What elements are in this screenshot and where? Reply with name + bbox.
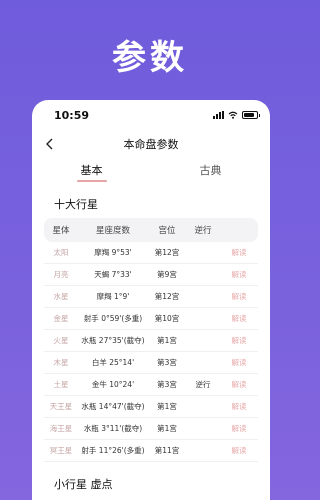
table-row: 水星 摩羯 1°9' 第12宫 解读 [44,286,258,308]
battery-icon [242,111,260,119]
planet-name: 金星 [53,314,69,323]
explain-link[interactable]: 解读 [220,291,258,302]
table-row: 月亮 天蝎 7°33' 第9宫 解读 [44,264,258,286]
table-row: 火星 水瓶 27°35'(截夺) 第1宫 解读 [44,330,258,352]
hero-title: 参数 [112,38,188,78]
planet-sign: 摩羯 9°53' [94,248,132,257]
explain-link[interactable]: 解读 [220,445,258,456]
planet-sign: 摩羯 1°9' [96,292,130,301]
planet-sign: 天蝎 7°33' [94,270,132,279]
tab-basic[interactable]: 基本 [32,158,151,184]
planet-sign: 射手 0°59'(多重) [83,314,143,323]
back-button[interactable] [42,136,58,152]
planet-name: 冥王星 [49,446,73,455]
table-row: 土星 金牛 10°24' 第3宫 逆行 解读 [44,374,258,396]
explain-link[interactable]: 解读 [220,247,258,258]
planet-sign: 水瓶 27°35'(截夺) [81,336,145,345]
planet-name: 海王星 [49,424,73,433]
planet-house: 第11宫 [154,446,180,455]
header-planet: 星体 [52,226,70,236]
planet-house: 第3宫 [157,358,177,367]
explain-link[interactable]: 解读 [220,379,258,390]
signal-icon [213,111,224,119]
explain-link[interactable]: 解读 [220,357,258,368]
status-bar: 10:59 [32,100,270,130]
planet-sign: 金牛 10°24' [91,380,135,389]
planet-house: 第1宫 [157,336,177,345]
planet-house: 第1宫 [157,402,177,411]
explain-link[interactable]: 解读 [220,313,258,324]
tab-bar: 基本 古典 [32,158,270,184]
status-icons [213,111,260,119]
planet-sign: 水瓶 14°47'(截夺) [81,402,145,411]
status-time: 10:59 [54,108,90,122]
table-row: 太阳 摩羯 9°53' 第12宫 解读 [44,242,258,264]
table-row: 木星 白羊 25°14' 第3宫 解读 [44,352,258,374]
chevron-left-icon [46,138,53,150]
planet-name: 水星 [53,292,69,301]
planet-name: 火星 [53,336,69,345]
planet-house: 第3宫 [157,380,177,389]
planet-sign: 射手 11°26'(多重) [81,446,145,455]
planet-house: 第10宫 [154,314,180,323]
planet-house: 第12宫 [154,292,180,301]
page-title: 本命盘参数 [123,138,179,151]
explain-link[interactable]: 解读 [220,269,258,280]
explain-link[interactable]: 解读 [220,401,258,412]
section-title-minor-planets: 小行星 虚点 [54,478,113,491]
nav-bar: 本命盘参数 [32,130,270,158]
planet-house: 第12宫 [154,248,180,257]
header-retrograde: 逆行 [194,226,212,236]
planet-sign: 水瓶 3°11'(截夺) [83,424,143,433]
table-row: 海王星 水瓶 3°11'(截夺) 第1宫 解读 [44,418,258,440]
phone-screen: 10:59 本命盘参数 基本 古典 十大行星 星体 星座度数 宫位 逆行 太阳 … [32,100,270,500]
planet-table: 星体 星座度数 宫位 逆行 太阳 摩羯 9°53' 第12宫 解读 月亮 天蝎 … [44,218,258,462]
table-header: 星体 星座度数 宫位 逆行 [44,218,258,242]
planet-house: 第9宫 [157,270,177,279]
header-house: 宫位 [158,226,176,236]
tab-classical[interactable]: 古典 [151,158,270,184]
table-row: 冥王星 射手 11°26'(多重) 第11宫 解读 [44,440,258,462]
planet-name: 土星 [53,380,69,389]
planet-sign: 白羊 25°14' [91,358,135,367]
section-title-major-planets: 十大行星 [54,198,98,211]
header-sign-degree: 星座度数 [95,226,130,236]
wifi-icon [228,111,238,119]
planet-name: 木星 [53,358,69,367]
explain-link[interactable]: 解读 [220,423,258,434]
planet-house: 第1宫 [157,424,177,433]
planet-retro: 逆行 [195,380,211,389]
table-row: 金星 射手 0°59'(多重) 第10宫 解读 [44,308,258,330]
explain-link[interactable]: 解读 [220,335,258,346]
planet-name: 月亮 [53,270,69,279]
table-row: 天王星 水瓶 14°47'(截夺) 第1宫 解读 [44,396,258,418]
planet-name: 天王星 [49,402,73,411]
planet-name: 太阳 [53,248,69,257]
